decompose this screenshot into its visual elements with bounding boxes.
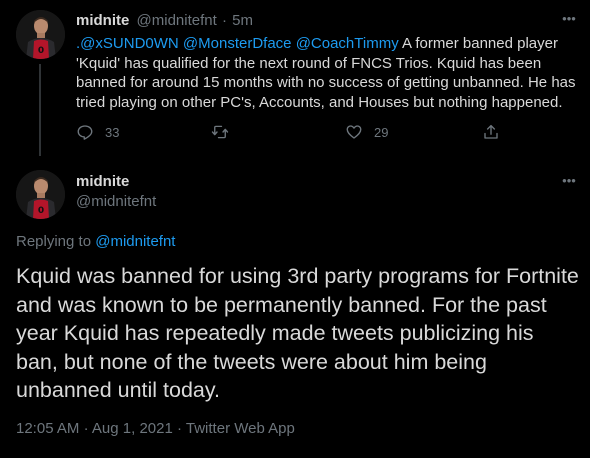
reply-button[interactable]: 33 [76, 122, 119, 142]
like-button[interactable]: 29 [345, 122, 388, 142]
tweet-text: Kquid was banned for using 3rd party pro… [16, 264, 579, 402]
more-dots-icon[interactable]: ••• [559, 12, 579, 26]
tweet-text: .@xSUND0WN @MonsterDface @CoachTimmy A f… [76, 34, 578, 112]
tweet-footer: 12:05 AM · Aug 1, 2021 · Twitter Web App [16, 420, 295, 438]
replying-to-handle[interactable]: @midnitefnt [95, 233, 175, 250]
avatar[interactable]: 0 [16, 170, 65, 219]
author-handle[interactable]: @midnitefnt [137, 12, 217, 29]
retweet-button[interactable] [211, 122, 229, 142]
author-handle[interactable]: @midnitefnt [76, 193, 156, 211]
mention-link[interactable]: .@xSUND0WN [76, 35, 179, 52]
share-button[interactable] [482, 122, 500, 142]
tweet-time[interactable]: 5m [232, 12, 253, 29]
meta-separator: · [176, 420, 182, 437]
heart-icon [346, 125, 362, 139]
tweet-time[interactable]: 12:05 AM [16, 420, 79, 437]
retweet-icon [211, 125, 229, 139]
tweet-header: midnite @midnitefnt · 5m [76, 12, 253, 30]
replying-to: Replying to @midnitefnt [16, 233, 175, 251]
svg-text:0: 0 [38, 206, 44, 216]
more-dots-icon[interactable]: ••• [559, 174, 579, 188]
meta-separator: · [83, 420, 89, 437]
avatar-image: 0 [16, 170, 65, 219]
meta-separator: · [221, 12, 227, 29]
author-name[interactable]: midnite [76, 173, 129, 191]
replying-to-label: Replying to [16, 233, 92, 250]
reply-count: 33 [105, 124, 120, 140]
like-count: 29 [374, 124, 389, 140]
parent-tweet[interactable]: 0 midnite @midnitefnt · 5m ••• .@xSUND0W… [0, 0, 590, 156]
tweet-actions: 33 29 [76, 122, 506, 142]
avatar[interactable]: 0 [16, 10, 65, 59]
author-name[interactable]: midnite [76, 12, 129, 29]
svg-text:0: 0 [38, 46, 44, 56]
reply-icon [77, 125, 93, 140]
share-icon [484, 124, 498, 139]
avatar-image: 0 [16, 10, 65, 59]
mention-link[interactable]: @MonsterDface [183, 35, 292, 52]
tweet-source[interactable]: Twitter Web App [186, 420, 295, 437]
tweet-date[interactable]: Aug 1, 2021 [92, 420, 173, 437]
thread-connector-line [39, 64, 41, 156]
mention-link[interactable]: @CoachTimmy [296, 35, 399, 52]
